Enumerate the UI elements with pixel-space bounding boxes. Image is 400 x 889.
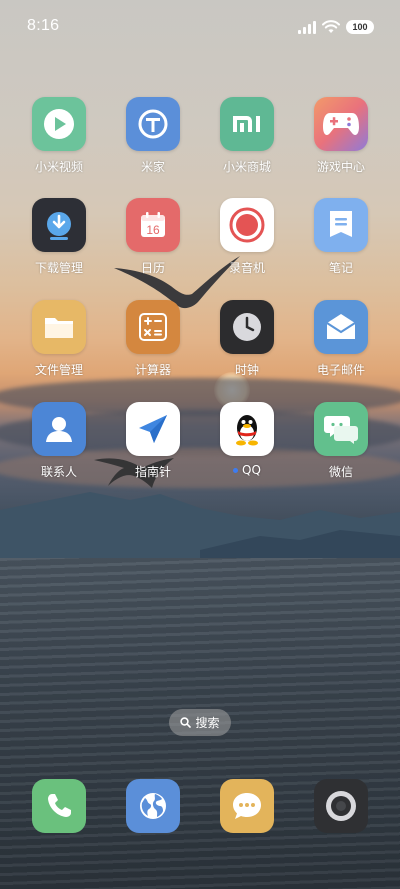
- contact-icon: [32, 402, 86, 456]
- status-bar: 8:16 100: [0, 0, 400, 56]
- app-compass[interactable]: 指南针: [108, 402, 198, 480]
- wifi-icon: [322, 20, 340, 33]
- app-calculator[interactable]: 计算器: [108, 300, 198, 378]
- app-mijia[interactable]: 米家: [108, 97, 198, 175]
- app-label: 米家: [140, 160, 165, 174]
- mountains: [0, 492, 400, 570]
- app-label: 联系人: [40, 465, 77, 479]
- app-calendar[interactable]: 16 日历: [108, 198, 198, 276]
- app-label: 指南针: [134, 465, 171, 479]
- dock-browser[interactable]: [126, 779, 180, 833]
- calculator-icon: [126, 300, 180, 354]
- app-clock[interactable]: 时钟: [202, 300, 292, 378]
- app-label: 计算器: [134, 363, 171, 377]
- app-email[interactable]: 电子邮件: [296, 300, 386, 378]
- download-icon: [32, 198, 86, 252]
- app-label: 小米商城: [222, 160, 271, 174]
- app-qq[interactable]: QQ: [202, 402, 292, 477]
- app-label: 时钟: [234, 363, 259, 377]
- home-screen: 8:16 100 小米视频 米家 小米商城 游戏中心 下载管理 16 日历 录音…: [0, 0, 400, 889]
- app-file-manager[interactable]: 文件管理: [14, 300, 104, 378]
- record-icon: [220, 198, 274, 252]
- app-label: 笔记: [328, 261, 353, 275]
- calendar-icon: 16: [126, 198, 180, 252]
- wechat-icon: [314, 402, 368, 456]
- app-label: 游戏中心: [316, 160, 365, 174]
- folder-icon: [32, 300, 86, 354]
- app-label: 小米视频: [34, 160, 83, 174]
- qq-penguin-icon: [220, 402, 274, 456]
- mi-logo-icon: [220, 97, 274, 151]
- clock-icon: [220, 300, 274, 354]
- app-wechat[interactable]: 微信: [296, 402, 386, 480]
- app-label-text: QQ: [242, 463, 261, 477]
- new-install-dot: [233, 468, 239, 473]
- app-label: 电子邮件: [316, 363, 365, 377]
- app-recorder[interactable]: 录音机: [202, 198, 292, 276]
- app-mi-store[interactable]: 小米商城: [202, 97, 292, 175]
- app-mi-video[interactable]: 小米视频: [14, 97, 104, 175]
- calendar-day: 16: [146, 223, 160, 237]
- camera-icon: [326, 791, 356, 821]
- search-button[interactable]: 搜索: [169, 709, 231, 736]
- notes-icon: [314, 198, 368, 252]
- dock-camera[interactable]: [314, 779, 368, 833]
- app-downloads[interactable]: 下载管理: [14, 198, 104, 276]
- compass-icon: [126, 402, 180, 456]
- app-label: 日历: [140, 261, 165, 275]
- app-label: 文件管理: [34, 363, 83, 377]
- app-label: 下载管理: [34, 261, 83, 275]
- app-label: 微信: [328, 465, 353, 479]
- globe-icon: [140, 793, 166, 819]
- message-icon: [233, 793, 261, 819]
- app-label: 录音机: [228, 261, 265, 275]
- phone-icon: [48, 794, 71, 817]
- app-notes[interactable]: 笔记: [296, 198, 386, 276]
- play-icon: [32, 97, 86, 151]
- battery-indicator: 100: [346, 20, 374, 34]
- mail-icon: [314, 300, 368, 354]
- search-icon: [180, 717, 192, 728]
- app-contacts[interactable]: 联系人: [14, 402, 104, 480]
- dock-phone[interactable]: [32, 779, 86, 833]
- app-label: QQ: [202, 463, 292, 477]
- app-game-center[interactable]: 游戏中心: [296, 97, 386, 175]
- gamepad-icon: [314, 97, 368, 151]
- status-time: 8:16: [27, 17, 60, 34]
- mijia-icon: [126, 97, 180, 151]
- dock-messages[interactable]: [220, 779, 274, 833]
- search-label: 搜索: [195, 716, 220, 730]
- cellular-signal-icon: [298, 20, 316, 34]
